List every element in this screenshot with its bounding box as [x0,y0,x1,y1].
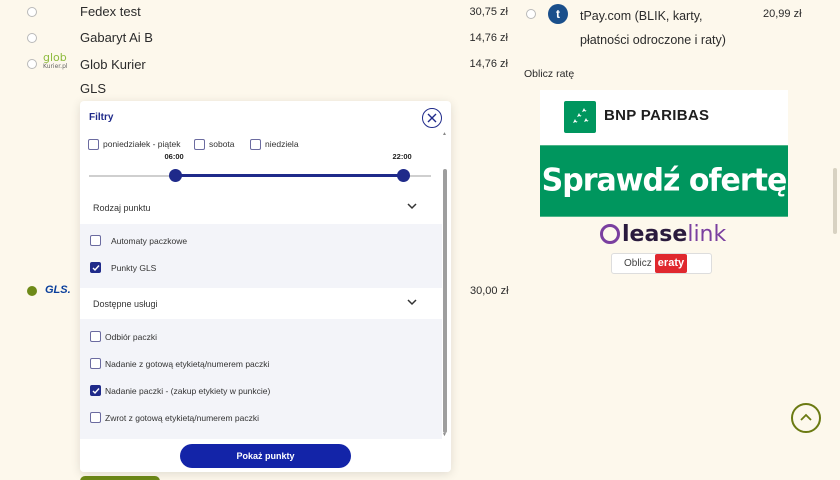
close-icon [427,113,437,123]
checkbox-label: Punkty GLS [111,263,157,273]
close-button[interactable] [422,108,442,128]
modal-title: Filtry [89,112,114,123]
bnp-offer-banner[interactable]: Sprawdź ofertę [540,145,788,217]
page-scrollbar[interactable] [833,168,837,234]
modal-scroll-down-arrow[interactable]: ▼ [442,432,447,438]
checkbox-label: niedziela [265,139,299,149]
section-point-type-toggle[interactable]: Rodzaj punktu [80,194,442,222]
checkbox-label: sobota [209,139,235,149]
globkurier-logo: glob Kurier.pl [43,51,68,70]
chevron-down-icon [407,203,417,210]
gls-logo: GLS. [45,284,71,296]
checkbox-label: Nadanie z gotową etykietą/numerem paczki [105,359,270,369]
checkbox-label: Nadanie paczki - (zakup etykiety w punkc… [105,386,271,396]
carrier-radio-selected[interactable] [27,286,37,296]
carrier-radio[interactable] [27,7,37,17]
time-slider-handle-to[interactable] [396,169,410,182]
bnp-paribas-logo[interactable]: BNP PARIBAS [540,90,788,145]
checkbox-label: poniedziałek - piątek [103,139,181,149]
checkbox-label: Automaty paczkowe [111,236,188,246]
carrier-row-globkurier[interactable]: glob Kurier.pl Glob Kurier 14,76 zł [0,51,520,77]
section-title: Dostępne usługi [93,299,158,309]
check-icon [92,265,100,272]
checkbox-sunday[interactable] [250,139,261,150]
modal-scrollbar-thumb[interactable] [443,169,447,433]
chevron-up-icon [800,413,812,421]
checkbox-label: Zwrot z gotową etykietą/numerem paczki [105,413,260,423]
tpay-price: 20,99 zł [763,8,802,20]
checkbox-gls-points[interactable] [90,262,101,273]
filters-modal: Filtry poniedziałek - piątek sobota nied… [80,101,451,472]
eraty-button[interactable]: Oblicz eraty [611,253,712,274]
time-slider-handle-from[interactable] [168,169,182,182]
tpay-logo: t [548,4,568,24]
bnp-text: BNP PARIBAS [604,107,710,124]
oblicz-rate-label: Oblicz ratę [524,68,575,80]
section-services-body: Odbiór paczki Nadanie z gotową etykietą/… [80,319,442,439]
checkbox-service-return[interactable] [90,412,101,423]
carrier-name: Gabaryt Ai B [80,30,153,45]
leaselink-logo[interactable]: leaselink [600,222,726,247]
scroll-to-top-button[interactable] [791,403,821,433]
checkbox-label: Odbiór paczki [105,332,157,342]
carrier-row-gls[interactable]: GLS [0,80,520,102]
carrier-price: 14,76 zł [469,58,508,70]
checkbox-parcel-lockers[interactable] [90,235,101,246]
show-points-button[interactable]: Pokaż punkty [180,444,351,468]
filters-body: poniedziałek - piątek sobota niedziela 0… [80,129,451,439]
section-point-type-body: Automaty paczkowe Punkty GLS [80,224,442,288]
bottom-button-partial[interactable] [80,476,160,480]
carrier-radio[interactable] [27,33,37,43]
modal-scroll-up-arrow[interactable]: ▲ [442,131,447,137]
checkbox-service-send-labeled[interactable] [90,358,101,369]
slider-from-label: 06:00 [164,152,184,161]
section-title: Rodzaj punktu [93,203,151,213]
carrier-name: Fedex test [80,4,141,19]
leaselink-circle-icon [600,224,620,244]
section-services-toggle[interactable]: Dostępne usługi [80,290,442,318]
checkbox-weekdays[interactable] [88,139,99,150]
carrier-name: GLS [80,81,107,96]
time-slider-range [174,174,403,177]
tpay-label[interactable]: tPay.com (BLIK, karty, płatności odroczo… [580,4,740,52]
carrier-price: 30,75 zł [469,6,508,18]
carrier-price: 14,76 zł [469,32,508,44]
carrier-radio[interactable] [27,59,37,69]
modal-footer: Pokaż punkty [80,439,451,472]
chevron-down-icon [407,299,417,306]
check-icon [92,388,100,395]
tpay-radio[interactable] [526,9,536,19]
carrier-row-fedex[interactable]: Fedex test 30,75 zł [0,3,520,25]
checkbox-service-send-buy-label[interactable] [90,385,101,396]
checkbox-saturday[interactable] [194,139,205,150]
carrier-name: Glob Kurier [80,57,146,72]
bnp-stars-icon [564,101,596,133]
eraty-logo: eraty [654,254,688,273]
gls-price: 30,00 zł [470,285,509,297]
slider-to-label: 22:00 [392,152,412,161]
carrier-row-gabaryt[interactable]: Gabaryt Ai B 14,76 zł [0,29,520,51]
checkbox-service-pickup[interactable] [90,331,101,342]
